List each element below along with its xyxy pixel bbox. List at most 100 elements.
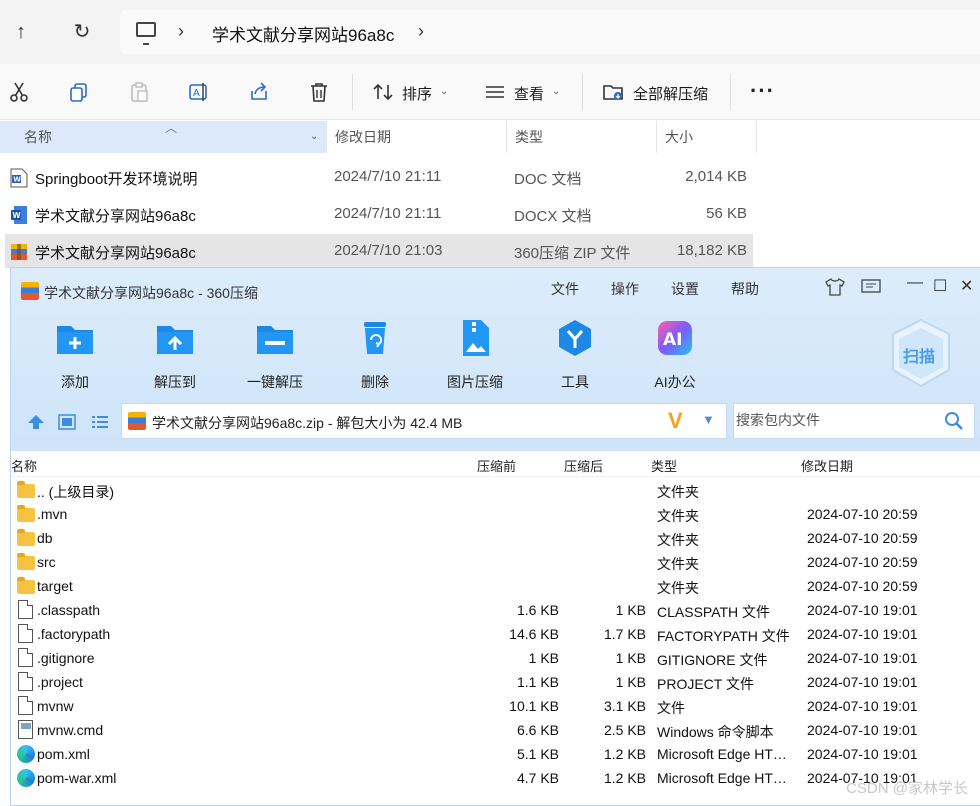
file-name: 学术文献分享网站96a8c <box>35 245 196 262</box>
column-name[interactable]: 名称 <box>0 121 327 153</box>
close-icon[interactable]: ✕ <box>960 276 973 296</box>
edge-browser-icon <box>17 769 35 787</box>
list-view-icon[interactable] <box>91 414 109 430</box>
archive-path-field[interactable]: 学术文献分享网站96a8c.zip - 解包大小为 42.4 MB V ▼ <box>121 403 727 439</box>
view-button[interactable]: 查看 <box>514 83 544 104</box>
one-click-extract-tool[interactable]: 一键解压 <box>230 318 320 392</box>
watermark: CSDN @家林学长 <box>846 780 968 797</box>
share-icon[interactable] <box>248 81 270 103</box>
ai-office-tool[interactable]: AI AI办公 <box>630 318 720 392</box>
file-date: 2024/7/10 21:11 <box>334 205 442 222</box>
file-size: 56 KB <box>706 205 747 222</box>
zip-row[interactable]: .gitignore 1 KB 1 KB GITIGNORE 文件 2024-07-10… <box>11 646 980 670</box>
paste-icon[interactable] <box>128 81 150 103</box>
zip-row-date: 2024-07-10 20:59 <box>807 578 918 594</box>
sort-button[interactable]: 排序 <box>402 83 432 104</box>
chevron-down-icon[interactable]: ⌄ <box>440 86 448 97</box>
svg-text:A: A <box>193 88 200 99</box>
sort-icon[interactable] <box>372 81 394 103</box>
thumbnail-view-icon[interactable] <box>58 414 76 430</box>
file-name: Springboot开发环境说明 <box>35 171 198 188</box>
zip-row-size-after: 1 KB <box>615 674 646 690</box>
zip-row[interactable]: pom.xml 5.1 KB 1.2 KB Microsoft Edge HT… 202… <box>11 742 980 766</box>
zip-row[interactable]: mvnw.cmd 6.6 KB 2.5 KB Windows 命令脚本 2024-07-… <box>11 718 980 742</box>
menu-operations[interactable]: 操作 <box>611 279 639 299</box>
up-level-icon[interactable] <box>27 414 45 430</box>
zip-row-type: CLASSPATH 文件 <box>657 604 771 620</box>
zip-path-bar: 学术文献分享网站96a8c.zip - 解包大小为 42.4 MB V ▼ <box>11 401 980 441</box>
file-icon <box>18 672 33 691</box>
add-tool[interactable]: 添加 <box>30 318 120 392</box>
zip-row[interactable]: src 文件夹 2024-07-10 20:59 <box>11 550 980 574</box>
breadcrumb-chevron-icon[interactable]: › <box>178 21 184 42</box>
rename-icon[interactable]: A <box>188 81 210 103</box>
v-logo-icon[interactable]: V <box>668 408 683 434</box>
scan-button[interactable]: 扫描 <box>889 318 953 388</box>
archive-search-box[interactable] <box>733 403 975 439</box>
zip-row-date: 2024-07-10 19:01 <box>807 674 918 690</box>
zip-row[interactable]: .. (上级目录) 文件夹 <box>11 478 980 502</box>
menu-file[interactable]: 文件 <box>551 279 579 299</box>
zip-row-type: PROJECT 文件 <box>657 676 754 692</box>
zip-row-type: Microsoft Edge HT… <box>657 746 787 762</box>
maximize-icon[interactable]: ☐ <box>933 276 947 296</box>
copy-icon[interactable] <box>68 81 90 103</box>
zip-row-size-after: 1.7 KB <box>603 626 646 642</box>
cmd-script-icon <box>18 720 33 739</box>
zip-row[interactable]: mvnw 10.1 KB 3.1 KB 文件 2024-07-10 19:01 <box>11 694 980 718</box>
extract-folder-icon[interactable] <box>602 81 624 103</box>
tools-tool[interactable]: 工具 <box>530 318 620 392</box>
skin-shirt-icon[interactable] <box>825 278 845 301</box>
search-icon[interactable] <box>944 411 964 431</box>
breadcrumb-chevron-icon[interactable]: › <box>418 21 424 42</box>
cut-icon[interactable] <box>8 81 30 103</box>
zip-row-date: 2024-07-10 19:01 <box>807 602 918 618</box>
zip-column-after[interactable]: 压缩后 <box>564 456 603 475</box>
zip-row-type: 文件夹 <box>657 580 699 596</box>
explorer-column-header: 名称 ︿ ⌄ 修改日期 类型 大小 <box>0 121 980 153</box>
column-type[interactable]: 类型 <box>507 121 657 153</box>
extract-all-button[interactable]: 全部解压缩 <box>633 83 708 104</box>
zip-row[interactable]: target 文件夹 2024-07-10 20:59 <box>11 574 980 598</box>
zip-row-name: pom.xml <box>37 746 90 762</box>
more-options-icon[interactable]: ··· <box>750 78 775 104</box>
path-dropdown-icon[interactable]: ▼ <box>702 412 715 427</box>
file-row-selected[interactable]: 学术文献分享网站96a8c 2024/7/10 21:03 360压缩 ZIP … <box>5 234 753 268</box>
up-arrow-icon[interactable]: ↑ <box>9 20 33 44</box>
file-row[interactable]: W 学术文献分享网站96a8c 2024/7/10 21:11 DOCX 文档 … <box>5 197 753 231</box>
column-modified[interactable]: 修改日期 <box>327 121 507 153</box>
address-bar[interactable]: › 学术文献分享网站96a8c › <box>120 10 980 54</box>
minimize-icon[interactable]: — <box>907 274 923 292</box>
zip-column-name[interactable]: 名称 <box>11 456 37 475</box>
zip-row[interactable]: pom-war.xml 4.7 KB 1.2 KB Microsoft Edge HT… <box>11 766 980 790</box>
zip-row-type: GITIGNORE 文件 <box>657 652 768 668</box>
recycle-bin-icon <box>355 318 395 358</box>
archive-search-input[interactable] <box>736 412 936 428</box>
zip-column-modified[interactable]: 修改日期 <box>801 456 853 475</box>
zip-row[interactable]: .factorypath 14.6 KB 1.7 KB FACTORYPATH 文件 2… <box>11 622 980 646</box>
zip-row-size-after: 1.2 KB <box>603 746 646 762</box>
message-icon[interactable] <box>861 278 881 301</box>
menu-help[interactable]: 帮助 <box>731 279 759 299</box>
zip-row[interactable]: .mvn 文件夹 2024-07-10 20:59 <box>11 502 980 526</box>
zip-row-name: db <box>37 530 53 546</box>
zip-column-type[interactable]: 类型 <box>651 456 677 475</box>
breadcrumb-folder[interactable]: 学术文献分享网站96a8c <box>212 21 394 46</box>
chevron-down-icon[interactable]: ⌄ <box>552 86 560 97</box>
column-dropdown-icon[interactable]: ⌄ <box>310 131 318 142</box>
zip-column-before[interactable]: 压缩前 <box>477 456 516 475</box>
menu-settings[interactable]: 设置 <box>671 279 699 299</box>
zip-row-name: src <box>37 554 56 570</box>
image-compress-tool[interactable]: 图片压缩 <box>430 318 520 392</box>
column-size[interactable]: 大小 <box>657 121 757 153</box>
svg-text:W: W <box>13 176 21 184</box>
extract-to-tool[interactable]: 解压到 <box>130 318 220 392</box>
delete-icon[interactable] <box>308 81 330 103</box>
zip-row[interactable]: .project 1.1 KB 1 KB PROJECT 文件 2024-07-10 1… <box>11 670 980 694</box>
view-icon[interactable] <box>484 81 506 103</box>
delete-tool[interactable]: 删除 <box>330 318 420 392</box>
zip-row[interactable]: .classpath 1.6 KB 1 KB CLASSPATH 文件 2024-07-… <box>11 598 980 622</box>
zip-row[interactable]: db 文件夹 2024-07-10 20:59 <box>11 526 980 550</box>
file-row[interactable]: W Springboot开发环境说明 2024/7/10 21:11 DOC 文… <box>5 160 753 194</box>
refresh-icon[interactable]: ↻ <box>70 20 94 44</box>
